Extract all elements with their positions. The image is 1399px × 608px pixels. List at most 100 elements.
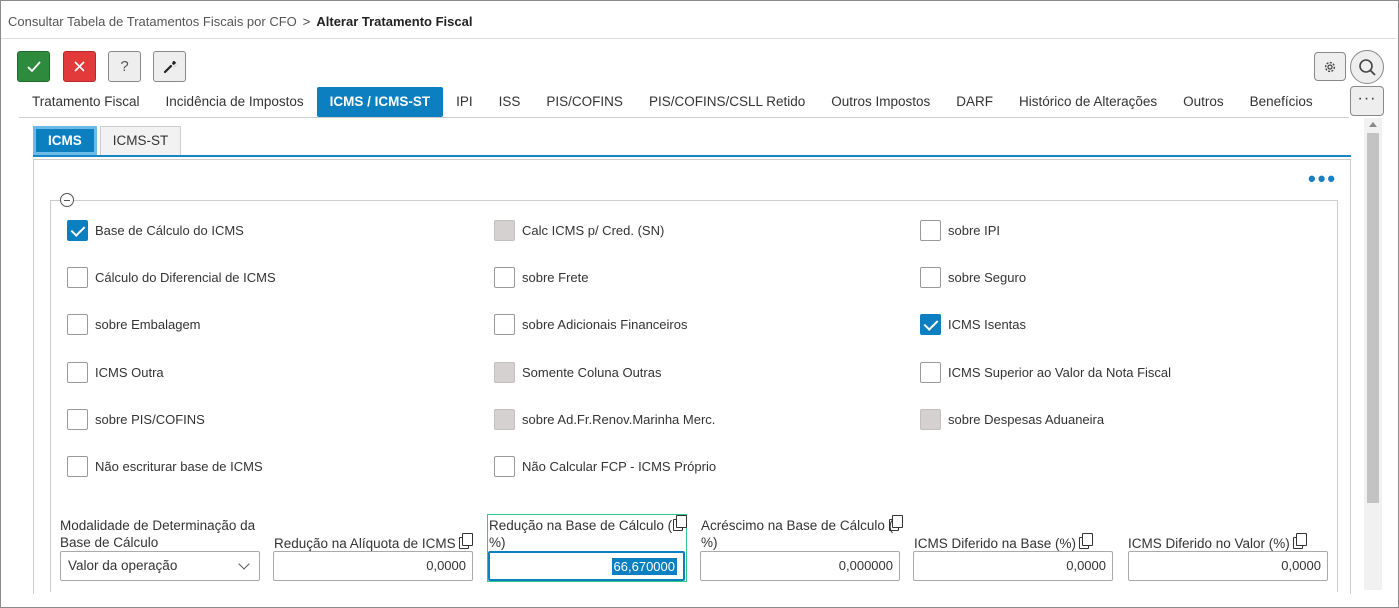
collapse-icon[interactable]	[60, 193, 74, 207]
checkbox	[494, 220, 515, 241]
breadcrumb-parent[interactable]: Consultar Tabela de Tratamentos Fiscais …	[8, 14, 297, 29]
checkbox-item[interactable]: sobre PIS/COFINS	[67, 409, 205, 430]
scroll-up-icon[interactable]	[1369, 122, 1377, 127]
diferido-base-label-text: ICMS Diferido na Base (%)	[914, 536, 1077, 551]
checkbox-label: sobre Adicionais Financeiros	[522, 317, 688, 332]
wrench-icon	[163, 60, 176, 73]
checkbox-label: Não Calcular FCP - ICMS Próprio	[522, 459, 717, 474]
subtab-icms[interactable]: ICMS	[33, 126, 97, 155]
checkbox-item[interactable]: Cálculo do Diferencial de ICMS	[67, 267, 276, 288]
checkbox-item: Calc ICMS p/ Cred. (SN)	[494, 220, 664, 241]
tab-ipi[interactable]: IPI	[443, 87, 486, 117]
checkbox-label: Base de Cálculo do ICMS	[95, 223, 244, 238]
diferido-base-input[interactable]: 0,0000	[913, 551, 1113, 581]
copy-icon[interactable]	[889, 515, 903, 531]
checkbox-item[interactable]: sobre Seguro	[920, 267, 1026, 288]
checkbox[interactable]	[920, 267, 941, 288]
checkbox	[494, 362, 515, 383]
header-divider	[1, 38, 1397, 39]
close-icon	[74, 61, 85, 72]
checkbox[interactable]	[67, 220, 88, 241]
reducao-base-label-line2: %)	[489, 535, 506, 550]
help-button[interactable]: ?	[108, 51, 141, 82]
acrescimo-base-label-line1: Acréscimo na Base de Cálculo (	[701, 518, 894, 533]
tab-darf[interactable]: DARF	[943, 87, 1006, 117]
checkbox-label: sobre PIS/COFINS	[95, 412, 205, 427]
check-icon	[26, 60, 41, 72]
checkbox[interactable]	[67, 267, 88, 288]
copy-icon[interactable]	[673, 515, 687, 531]
checkbox	[920, 409, 941, 430]
checkbox-label: sobre Ad.Fr.Renov.Marinha Merc.	[522, 412, 716, 427]
checkbox-item[interactable]: sobre IPI	[920, 220, 1000, 241]
tab-pis-cofins[interactable]: PIS/COFINS	[533, 87, 636, 117]
help-label: ?	[120, 58, 129, 75]
reducao-base-label: Redução na Base de Cálculo ( %)	[489, 515, 687, 551]
checkbox-item[interactable]: ICMS Isentas	[920, 314, 1026, 335]
checkbox[interactable]	[920, 314, 941, 335]
checkbox[interactable]	[67, 314, 88, 335]
more-options-button[interactable]: ···	[1350, 86, 1384, 116]
tab-incid-ncia-de-impostos[interactable]: Incidência de Impostos	[153, 87, 317, 117]
breadcrumb-separator: >	[302, 14, 311, 29]
tab-outros-impostos[interactable]: Outros Impostos	[818, 87, 943, 117]
checkbox-item[interactable]: Base de Cálculo do ICMS	[67, 220, 244, 241]
checkbox-label: ICMS Superior ao Valor da Nota Fiscal	[948, 365, 1172, 380]
tab-iss[interactable]: ISS	[486, 87, 534, 117]
tools-button[interactable]	[153, 51, 186, 82]
sub-tabs: ICMS ICMS-ST	[33, 126, 184, 155]
reducao-base-input[interactable]: 66,670000	[488, 551, 685, 581]
settings-button[interactable]	[1314, 52, 1346, 81]
checkbox-label: Cálculo do Diferencial de ICMS	[95, 270, 276, 285]
copy-icon[interactable]	[1292, 533, 1307, 549]
reducao-aliquota-label: Redução na Alíquota de ICMS	[274, 533, 473, 552]
checkbox-item[interactable]: ICMS Superior ao Valor da Nota Fiscal	[920, 362, 1171, 383]
checkbox[interactable]	[494, 267, 515, 288]
checkbox-item[interactable]: sobre Adicionais Financeiros	[494, 314, 687, 335]
cancel-button[interactable]	[63, 51, 96, 82]
copy-icon[interactable]	[458, 533, 473, 549]
tab-pis-cofins-csll-retido[interactable]: PIS/COFINS/CSLL Retido	[636, 87, 818, 117]
breadcrumb-current: Alterar Tratamento Fiscal	[316, 14, 473, 29]
confirm-button[interactable]	[17, 51, 50, 82]
acrescimo-base-input[interactable]: 0,000000	[700, 551, 900, 581]
reducao-aliquota-input[interactable]: 0,0000	[273, 551, 473, 581]
acrescimo-base-label-line2: %)	[701, 535, 718, 550]
checkbox[interactable]	[67, 362, 88, 383]
modalidade-select[interactable]: Valor da operação	[60, 551, 260, 581]
checkbox-item[interactable]: ICMS Outra	[67, 362, 164, 383]
chevron-down-icon	[238, 558, 250, 570]
panel-menu-icon[interactable]: •••	[1308, 168, 1337, 190]
tab-icms-icms-st[interactable]: ICMS / ICMS-ST	[316, 87, 444, 117]
checkbox[interactable]	[494, 456, 515, 477]
search-button[interactable]	[1350, 50, 1384, 84]
reducao-base-label-line1: Redução na Base de Cálculo (	[489, 518, 673, 533]
checkbox-item[interactable]: Não Calcular FCP - ICMS Próprio	[494, 456, 716, 477]
tab-benef-cios[interactable]: Benefícios	[1237, 87, 1326, 117]
checkbox-item[interactable]: sobre Embalagem	[67, 314, 201, 335]
vertical-scrollbar[interactable]	[1364, 118, 1382, 590]
modalidade-label-line2: Base de Cálculo	[60, 535, 159, 550]
checkbox-label: Somente Coluna Outras	[522, 365, 662, 380]
checkbox[interactable]	[67, 409, 88, 430]
subtab-icms-st[interactable]: ICMS-ST	[99, 126, 182, 155]
acrescimo-base-label: Acréscimo na Base de Cálculo ( %)	[701, 515, 903, 551]
checkbox[interactable]	[920, 220, 941, 241]
tab-tratamento-fiscal[interactable]: Tratamento Fiscal	[19, 87, 153, 117]
tab-hist-rico-de-altera-es[interactable]: Histórico de Alterações	[1006, 87, 1170, 117]
checkbox-item[interactable]: sobre Frete	[494, 267, 588, 288]
copy-icon[interactable]	[1079, 533, 1094, 549]
checkbox-label: ICMS Isentas	[948, 317, 1027, 332]
scroll-thumb[interactable]	[1367, 133, 1379, 503]
diferido-valor-label: ICMS Diferido no Valor (%)	[1128, 533, 1307, 552]
diferido-valor-input[interactable]: 0,0000	[1128, 551, 1328, 581]
checkbox-item[interactable]: Não escriturar base de ICMS	[67, 456, 263, 477]
checkbox[interactable]	[67, 456, 88, 477]
reducao-base-value: 66,670000	[611, 558, 677, 575]
checkbox-label: sobre Embalagem	[95, 317, 201, 332]
tab-outros[interactable]: Outros	[1170, 87, 1237, 117]
subtabs-divider	[33, 155, 1351, 157]
checkbox[interactable]	[920, 362, 941, 383]
checkbox-item: Somente Coluna Outras	[494, 362, 661, 383]
checkbox[interactable]	[494, 314, 515, 335]
